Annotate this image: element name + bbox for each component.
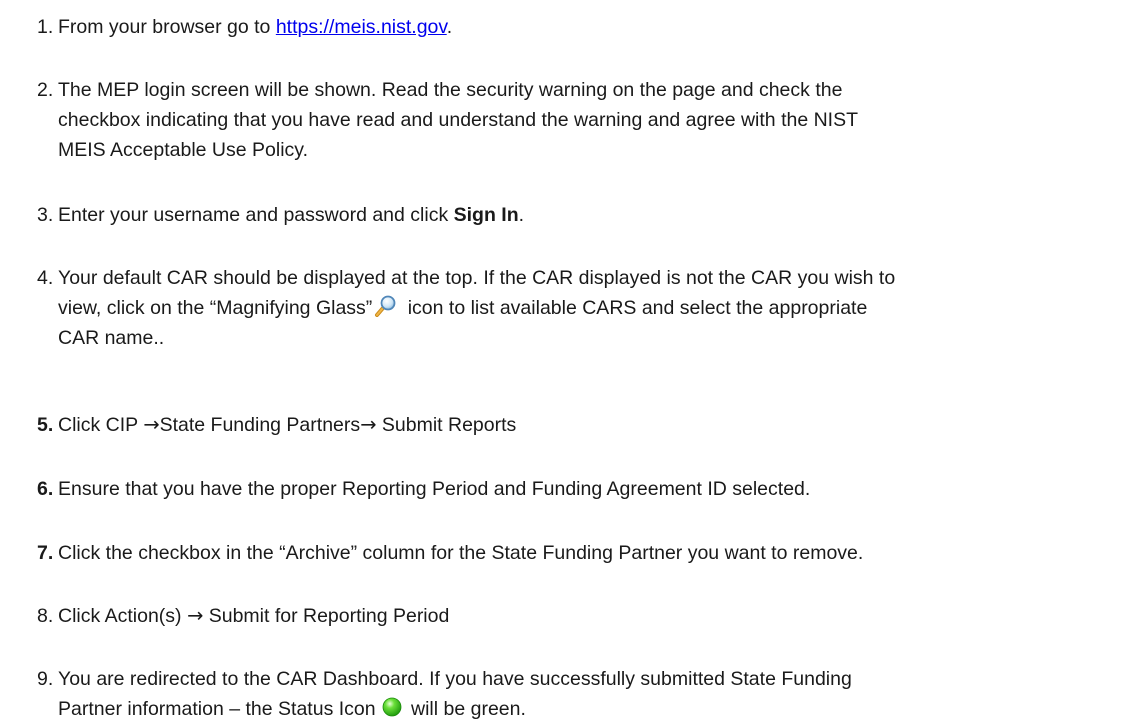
step-number: 4. — [37, 267, 54, 289]
step-7-text: Click the checkbox in the “Archive” colu… — [58, 542, 864, 564]
sign-in-label: Sign In — [453, 204, 519, 226]
step-4-line-3: CAR name.. — [58, 327, 165, 349]
step-3-period: . — [518, 204, 525, 226]
step-text: You are redirected to the CAR Dashboard.… — [58, 664, 1138, 724]
step-2-line-2: checkbox indicating that you have read a… — [58, 109, 859, 131]
step-6-text: Ensure that you have the proper Reportin… — [58, 478, 811, 500]
step-text: From your browser go to https://meis.nis… — [58, 12, 1138, 42]
step-number: 8. — [37, 605, 54, 627]
step-4-line-1: Your default CAR should be displayed at … — [58, 267, 896, 289]
step-5-part-2: State Funding Partners — [159, 414, 361, 436]
step-text: Your default CAR should be displayed at … — [58, 263, 1138, 353]
step-5-part-3: Submit Reports — [376, 414, 517, 436]
step-2-line-1: The MEP login screen will be shown. Read… — [58, 79, 843, 101]
step-4-line-2: view, click on the “Magnifying Glass” ic… — [58, 293, 1138, 323]
meis-link[interactable]: https://meis.nist.gov — [276, 16, 447, 38]
step-number: 1. — [37, 16, 54, 38]
right-arrow-icon: → — [186, 604, 204, 627]
step-number: 7. — [37, 542, 54, 564]
step-9-line-1: You are redirected to the CAR Dashboard.… — [58, 668, 852, 690]
step-8-part-2: Submit for Reporting Period — [203, 605, 450, 627]
step-4-line-2-pre: view, click on the “Magnifying Glass” — [58, 297, 373, 319]
right-arrow-icon: → — [143, 413, 160, 436]
step-9-line-2-post: will be green. — [405, 698, 526, 720]
step-5-part-1: Click CIP — [58, 414, 144, 436]
step-text: Enter your username and password and cli… — [58, 200, 1138, 230]
step-number: 5. — [37, 414, 54, 436]
step-number: 6. — [37, 478, 54, 500]
step-number: 3. — [37, 204, 54, 226]
step-1-period: . — [446, 16, 453, 38]
step-text: Click Action(s) → Submit for Reporting P… — [58, 601, 1138, 631]
step-2-line-3: MEIS Acceptable Use Policy. — [58, 139, 308, 161]
step-8-part-1: Click Action(s) — [58, 605, 187, 627]
right-arrow-icon: → — [360, 413, 377, 436]
step-number: 2. — [37, 79, 54, 101]
green-status-icon — [382, 697, 401, 717]
step-text: Click CIP →State Funding Partners→ Submi… — [58, 410, 1138, 440]
step-9-line-2-pre: Partner information – the Status Icon — [58, 698, 376, 720]
step-9-line-2: Partner information – the Status Icon wi… — [58, 694, 1138, 724]
step-4-line-2-post: icon to list available CARS and select t… — [402, 297, 868, 319]
step-3-text: Enter your username and password and cli… — [58, 204, 454, 226]
magnifying-glass-icon — [375, 295, 396, 317]
step-text: The MEP login screen will be shown. Read… — [58, 75, 1138, 165]
step-1-text: From your browser go to — [58, 16, 276, 38]
step-number: 9. — [37, 668, 54, 690]
